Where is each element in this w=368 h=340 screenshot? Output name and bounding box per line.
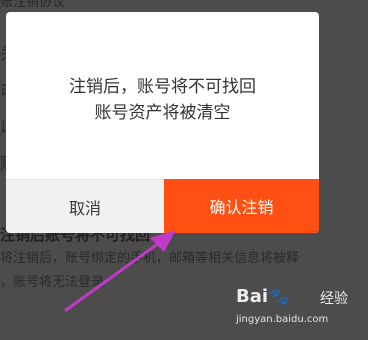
watermark-url: jingyan.baidu.com [236,314,329,325]
baidu-jingyan-watermark: Bai🐾 经验 jingyan.baidu.com [236,286,362,334]
jingyan-logo-text: 经验 [320,291,348,307]
paw-icon: 🐾 [269,287,289,306]
baidu-logo: Bai🐾 [236,286,290,307]
baidu-logo-text: Bai [236,286,269,307]
